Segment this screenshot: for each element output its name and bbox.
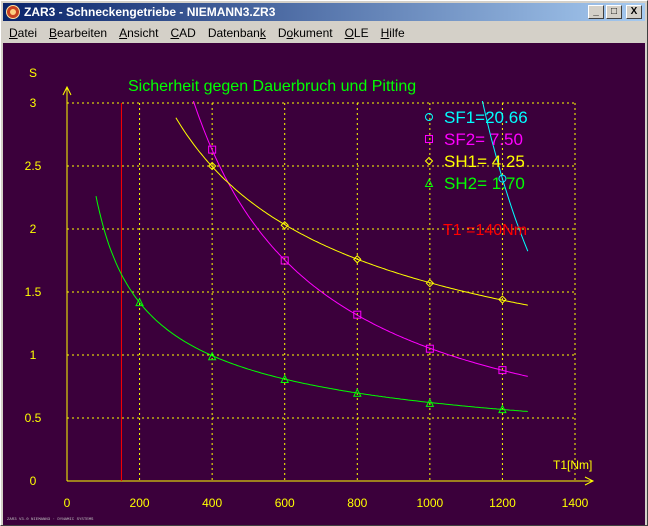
menu-item[interactable]: Hilfe [375, 26, 411, 40]
menu-item[interactable]: Bearbeiten [43, 26, 113, 40]
y-tick-label: 1.5 [25, 285, 42, 299]
menu-item[interactable]: Dokument [272, 26, 339, 40]
legend-entry: SF2= 7.50 [444, 130, 523, 149]
status-text: ZAR3 V3.0 NIEMANN3 · DYNAMIC SYSTEMS [7, 518, 94, 522]
data-point [424, 178, 434, 187]
app-window: ZAR3 - Schneckengetriebe - NIEMANN3.ZR3 … [0, 0, 648, 526]
x-tick-label: 200 [130, 496, 150, 510]
y-tick-label: 3 [30, 96, 37, 110]
maximize-button[interactable]: □ [606, 5, 622, 19]
menu-item[interactable]: Datei [3, 26, 43, 40]
minimize-button[interactable]: _ [588, 5, 604, 19]
torque-annotation: T1 =140Nm [443, 222, 527, 239]
app-icon[interactable] [6, 5, 20, 19]
x-tick-label: 1000 [417, 496, 444, 510]
window-controls: _ □ X [588, 5, 642, 19]
legend-entry: SH2= 1.70 [444, 174, 525, 193]
data-point [425, 135, 433, 143]
data-point [425, 113, 433, 121]
y-tick-label: 0 [30, 474, 37, 488]
title-bar[interactable]: ZAR3 - Schneckengetriebe - NIEMANN3.ZR3 … [3, 3, 645, 21]
menu-bar: Datei Bearbeiten Ansicht CAD Datenbank Dokume… [3, 23, 645, 42]
x-axis-label: T1[Nm] [553, 458, 592, 472]
menu-item[interactable]: OLE [339, 26, 375, 40]
chart-svg: 0 200 400 600 800 1000 1200 1400 0 0.5 1 1.5 2 2.5 3 S T… [25, 66, 595, 510]
y-tick-label: 0.5 [25, 411, 42, 425]
menu-item[interactable]: Ansicht [113, 26, 164, 40]
data-point [424, 156, 434, 166]
x-tick-label: 0 [64, 496, 71, 510]
y-tick-label: 2 [30, 222, 37, 236]
legend-entry: SF1=20.66 [444, 108, 528, 127]
window-title: ZAR3 - Schneckengetriebe - NIEMANN3.ZR3 [24, 5, 276, 19]
x-tick-label: 400 [202, 496, 222, 510]
y-tick-label: 2.5 [25, 159, 42, 173]
menu-item[interactable]: Datenbank [202, 26, 272, 40]
close-button[interactable]: X [626, 5, 642, 19]
x-tick-label: 600 [275, 496, 295, 510]
chart-title: Sicherheit gegen Dauerbruch und Pitting [128, 78, 416, 95]
legend-entry: SH1= 4.25 [444, 152, 525, 171]
x-tick-label: 800 [347, 496, 367, 510]
y-tick-label: 1 [30, 348, 37, 362]
menu-item[interactable]: CAD [164, 26, 201, 40]
x-tick-label: 1400 [562, 496, 589, 510]
y-axis-label: S [29, 66, 37, 80]
x-tick-label: 1200 [489, 496, 516, 510]
chart-area: 0 200 400 600 800 1000 1200 1400 0 0.5 1 1.5 2 2.5 3 S T… [3, 43, 645, 525]
